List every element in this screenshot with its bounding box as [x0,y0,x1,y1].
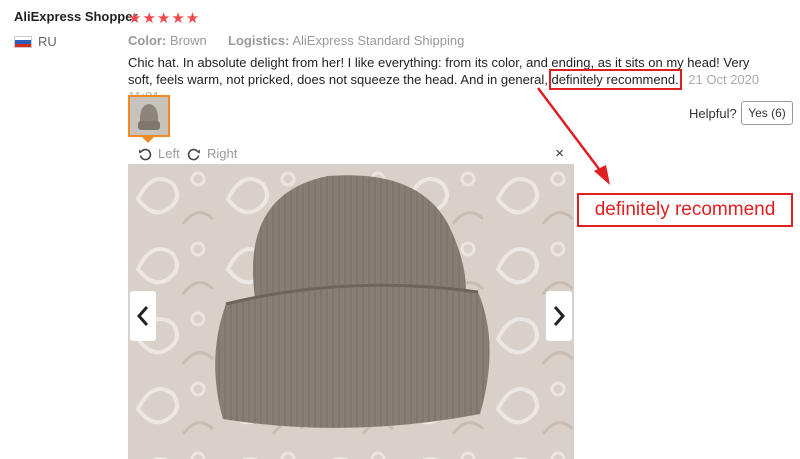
reviewer-country: RU [38,34,57,49]
rotate-left-label: Left [158,146,180,161]
rotate-left-icon [139,148,152,160]
chevron-right-icon [553,306,566,326]
next-photo-button[interactable] [546,291,572,341]
photo-viewer [128,164,574,459]
rotate-right-label: Right [207,146,238,161]
thumbnail-pointer [142,137,154,143]
color-value: Brown [169,33,207,48]
review-text: Chic hat. In absolute delight from her! … [128,54,768,105]
ru-flag-icon [14,36,32,48]
prev-photo-button[interactable] [130,291,156,341]
annotation-callout: definitely recommend [577,193,793,227]
helpful-label: Helpful? [689,106,737,121]
review-meta: Color: Brown Logistics: AliExpress Stand… [128,33,464,48]
photo-thumbnail[interactable] [128,95,170,137]
viewer-toolbar: Left Right × [128,145,574,164]
reviewer-name: AliExpress Shopper [14,9,138,24]
helpful-yes-button[interactable]: Yes (6) [741,101,793,125]
rating-stars: ★★★★★ [128,10,201,27]
rotate-left-button[interactable]: Left [138,146,180,161]
chevron-left-icon [136,306,149,326]
annotation-arrow [537,87,610,185]
color-label: Color: [128,33,167,48]
logistics-value: AliExpress Standard Shipping [292,33,465,48]
review-photo [128,164,574,459]
rotate-right-button[interactable]: Right [187,146,237,161]
rotate-right-icon [187,148,200,160]
logistics-label: Logistics: [228,33,290,48]
